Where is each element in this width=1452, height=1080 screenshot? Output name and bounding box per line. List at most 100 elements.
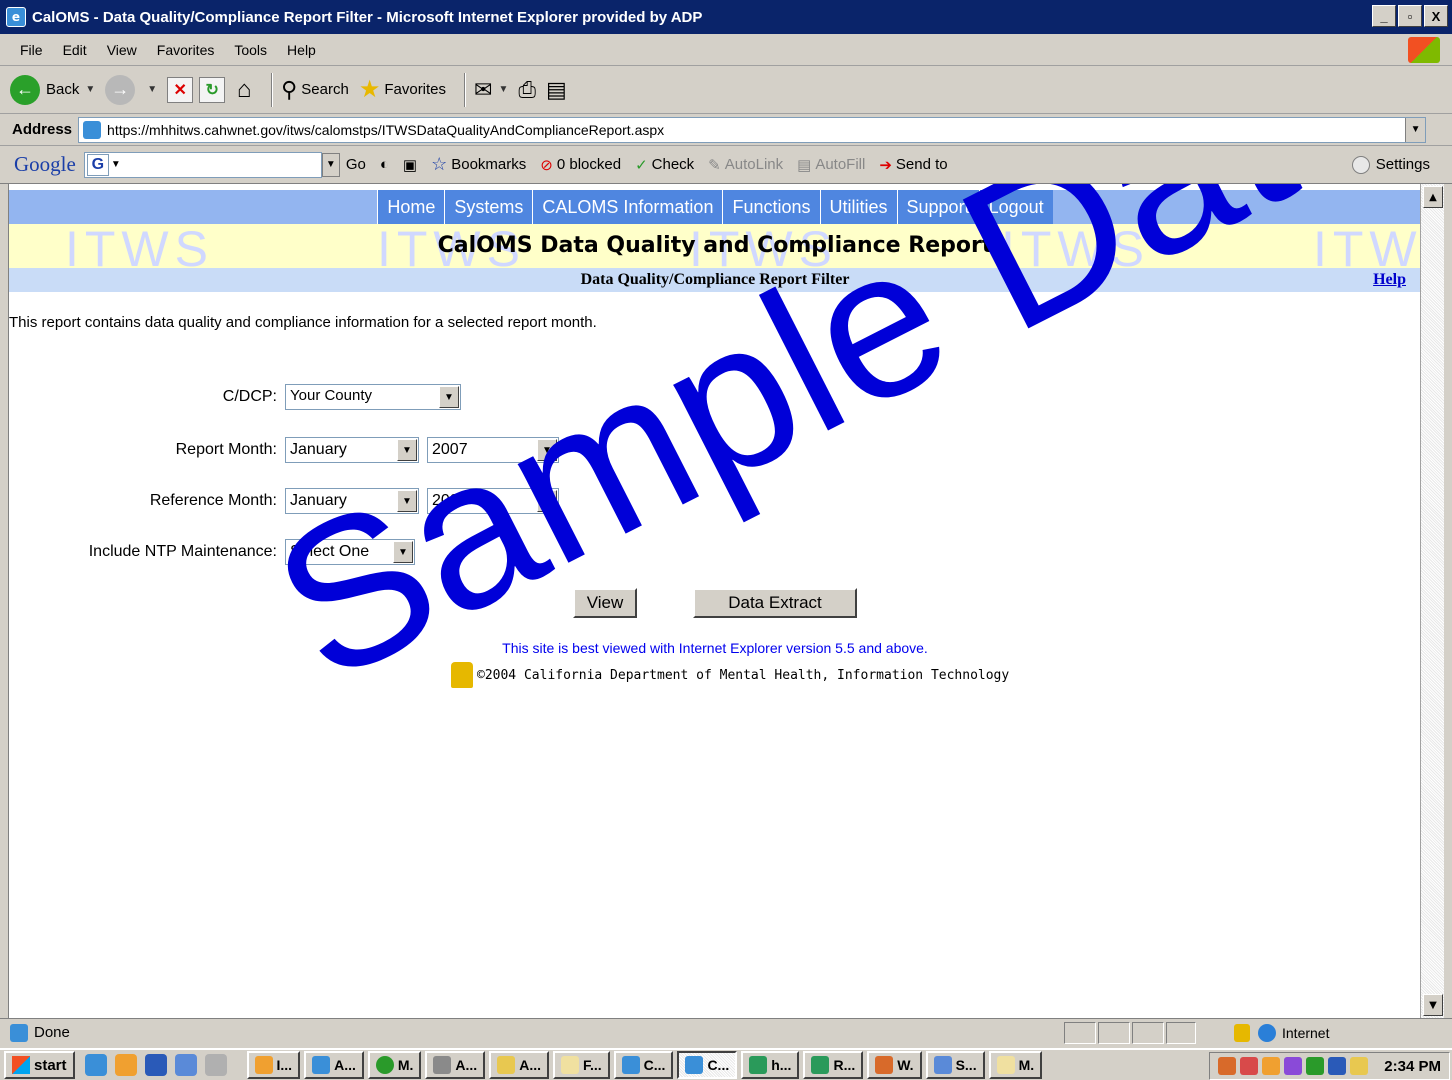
popup-icon[interactable]: ▣ bbox=[403, 156, 417, 174]
tray-icon[interactable] bbox=[1328, 1057, 1347, 1075]
intro-text: This report contains data quality and co… bbox=[9, 314, 597, 331]
menu-file[interactable]: File bbox=[10, 42, 53, 58]
favorites-button[interactable]: ★ Favorites bbox=[359, 75, 446, 104]
task-button[interactable]: A... bbox=[489, 1051, 549, 1079]
nav-systems[interactable]: Systems bbox=[444, 190, 533, 224]
nav-caloms-information[interactable]: CALOMS Information bbox=[532, 190, 723, 224]
tray-icon[interactable] bbox=[1218, 1057, 1237, 1075]
status-pane bbox=[1064, 1022, 1096, 1044]
popup-blocker-button[interactable]: ⊘ 0 blocked bbox=[540, 156, 621, 174]
status-text: Done bbox=[34, 1024, 70, 1041]
clock-quicklaunch-icon[interactable] bbox=[114, 1054, 137, 1076]
task-button[interactable]: A... bbox=[425, 1051, 486, 1079]
tray-icon[interactable] bbox=[1306, 1057, 1325, 1075]
lock-icon bbox=[1234, 1024, 1250, 1042]
task-button[interactable]: W. bbox=[867, 1051, 922, 1079]
task-button[interactable]: A... bbox=[304, 1051, 364, 1079]
media-quicklaunch-icon[interactable] bbox=[204, 1054, 227, 1076]
bookmarks-button[interactable]: ☆ Bookmarks bbox=[431, 154, 526, 175]
maximize-button[interactable]: ▫ bbox=[1398, 5, 1422, 27]
back-arrow-icon: ← bbox=[10, 74, 40, 105]
search-icon: ⚲ bbox=[281, 76, 298, 102]
menu-tools[interactable]: Tools bbox=[224, 42, 277, 58]
help-link[interactable]: Help bbox=[1373, 268, 1406, 292]
scroll-up-icon[interactable]: ▲ bbox=[1423, 186, 1443, 208]
ie-quicklaunch-icon[interactable] bbox=[84, 1054, 107, 1076]
folder-icon bbox=[497, 1056, 516, 1074]
spellcheck-button[interactable]: ✓ Check bbox=[635, 156, 694, 174]
chevron-down-icon: ▼ bbox=[498, 84, 509, 95]
tray-icon[interactable] bbox=[1284, 1057, 1303, 1075]
address-input[interactable]: https://mhhitws.cahwnet.gov/itws/calomst… bbox=[78, 116, 1427, 143]
app-quicklaunch-icon[interactable] bbox=[174, 1054, 197, 1076]
google-search-input[interactable]: G ▼ bbox=[83, 151, 322, 178]
mail-icon bbox=[560, 1056, 579, 1074]
task-button[interactable]: M. bbox=[988, 1051, 1043, 1079]
task-button-active[interactable]: C... bbox=[677, 1051, 738, 1079]
research-button[interactable]: ▤ bbox=[546, 77, 567, 103]
refresh-icon[interactable]: ↻ bbox=[199, 76, 226, 103]
minimize-button[interactable]: _ bbox=[1372, 5, 1396, 27]
nav-functions[interactable]: Functions bbox=[722, 190, 820, 224]
autolink-button[interactable]: ✎ AutoLink bbox=[708, 156, 783, 174]
tray-icon[interactable] bbox=[1240, 1057, 1259, 1075]
pagerank-icon[interactable]: ◐ bbox=[380, 156, 389, 173]
close-button[interactable]: X bbox=[1424, 5, 1448, 27]
task-button[interactable]: S... bbox=[925, 1051, 985, 1079]
google-search-dropdown[interactable]: ▼ bbox=[321, 152, 340, 177]
menu-favorites[interactable]: Favorites bbox=[147, 42, 225, 58]
mail-icon bbox=[996, 1056, 1015, 1074]
tray-icon[interactable] bbox=[1350, 1057, 1369, 1075]
globe-icon bbox=[1258, 1024, 1276, 1042]
task-button[interactable]: M. bbox=[367, 1051, 422, 1079]
search-button[interactable]: ⚲ Search bbox=[281, 77, 349, 103]
taskbar: start I... A... M. A... A... F... C... C… bbox=[0, 1048, 1452, 1080]
google-logo: Google bbox=[14, 152, 76, 176]
word-quicklaunch-icon[interactable] bbox=[144, 1054, 167, 1076]
go-button[interactable]: Go bbox=[346, 156, 366, 173]
chevron-down-icon: ▼ bbox=[85, 84, 96, 95]
task-button[interactable]: F... bbox=[552, 1051, 610, 1079]
task-button[interactable]: C... bbox=[613, 1051, 674, 1079]
send-to-button[interactable]: ➔ Send to bbox=[879, 156, 947, 174]
stop-icon[interactable]: ✕ bbox=[167, 76, 194, 103]
mail-icon: ✉ bbox=[474, 76, 493, 102]
task-button[interactable]: I... bbox=[246, 1051, 301, 1079]
forward-button[interactable]: → ▼ bbox=[105, 74, 157, 105]
ie-icon bbox=[621, 1056, 640, 1074]
tray-icon[interactable] bbox=[1262, 1057, 1281, 1075]
autofill-button[interactable]: ▤ AutoFill bbox=[797, 156, 865, 174]
task-button[interactable]: h... bbox=[741, 1051, 800, 1079]
settings-icon bbox=[1351, 155, 1370, 174]
cdcp-select[interactable]: Your County ▼ bbox=[285, 384, 461, 410]
settings-button[interactable]: Settings bbox=[1351, 155, 1430, 174]
page-viewport: Home Systems CALOMS Information Function… bbox=[8, 184, 1420, 1018]
menu-view[interactable]: View bbox=[97, 42, 147, 58]
task-button[interactable]: R... bbox=[803, 1051, 864, 1079]
scroll-down-icon[interactable]: ▼ bbox=[1423, 994, 1443, 1016]
clock: 2:34 PM bbox=[1384, 1057, 1441, 1075]
menu-help[interactable]: Help bbox=[277, 42, 326, 58]
address-dropdown-icon[interactable]: ▼ bbox=[1405, 117, 1426, 142]
start-button[interactable]: start bbox=[4, 1051, 75, 1079]
toolbar-separator bbox=[464, 72, 467, 107]
status-pane bbox=[1132, 1022, 1164, 1044]
blocked-icon: ⊘ bbox=[540, 156, 553, 174]
nav-home[interactable]: Home bbox=[377, 190, 445, 224]
zone-text: Internet bbox=[1282, 1025, 1330, 1041]
vertical-scrollbar[interactable]: ▲ ▼ bbox=[1420, 184, 1444, 1018]
back-button[interactable]: ← Back ▼ bbox=[10, 74, 96, 105]
excel-icon bbox=[749, 1056, 768, 1074]
mail-button[interactable]: ✉ ▼ bbox=[474, 77, 508, 103]
print-button[interactable]: ⎙ bbox=[518, 77, 536, 103]
forward-arrow-icon: → bbox=[105, 74, 136, 105]
cdcp-row: C/DCP: Your County ▼ bbox=[9, 384, 469, 410]
system-tray: 2:34 PM bbox=[1209, 1052, 1450, 1080]
data-extract-button[interactable]: Data Extract bbox=[693, 588, 857, 618]
menu-edit[interactable]: Edit bbox=[53, 42, 97, 58]
excel-icon bbox=[811, 1056, 830, 1074]
network-icon bbox=[433, 1056, 452, 1074]
copyright: ©2004 California Department of Mental He… bbox=[451, 662, 1009, 688]
status-pane bbox=[1098, 1022, 1130, 1044]
home-icon[interactable]: ⌂ bbox=[231, 76, 257, 103]
